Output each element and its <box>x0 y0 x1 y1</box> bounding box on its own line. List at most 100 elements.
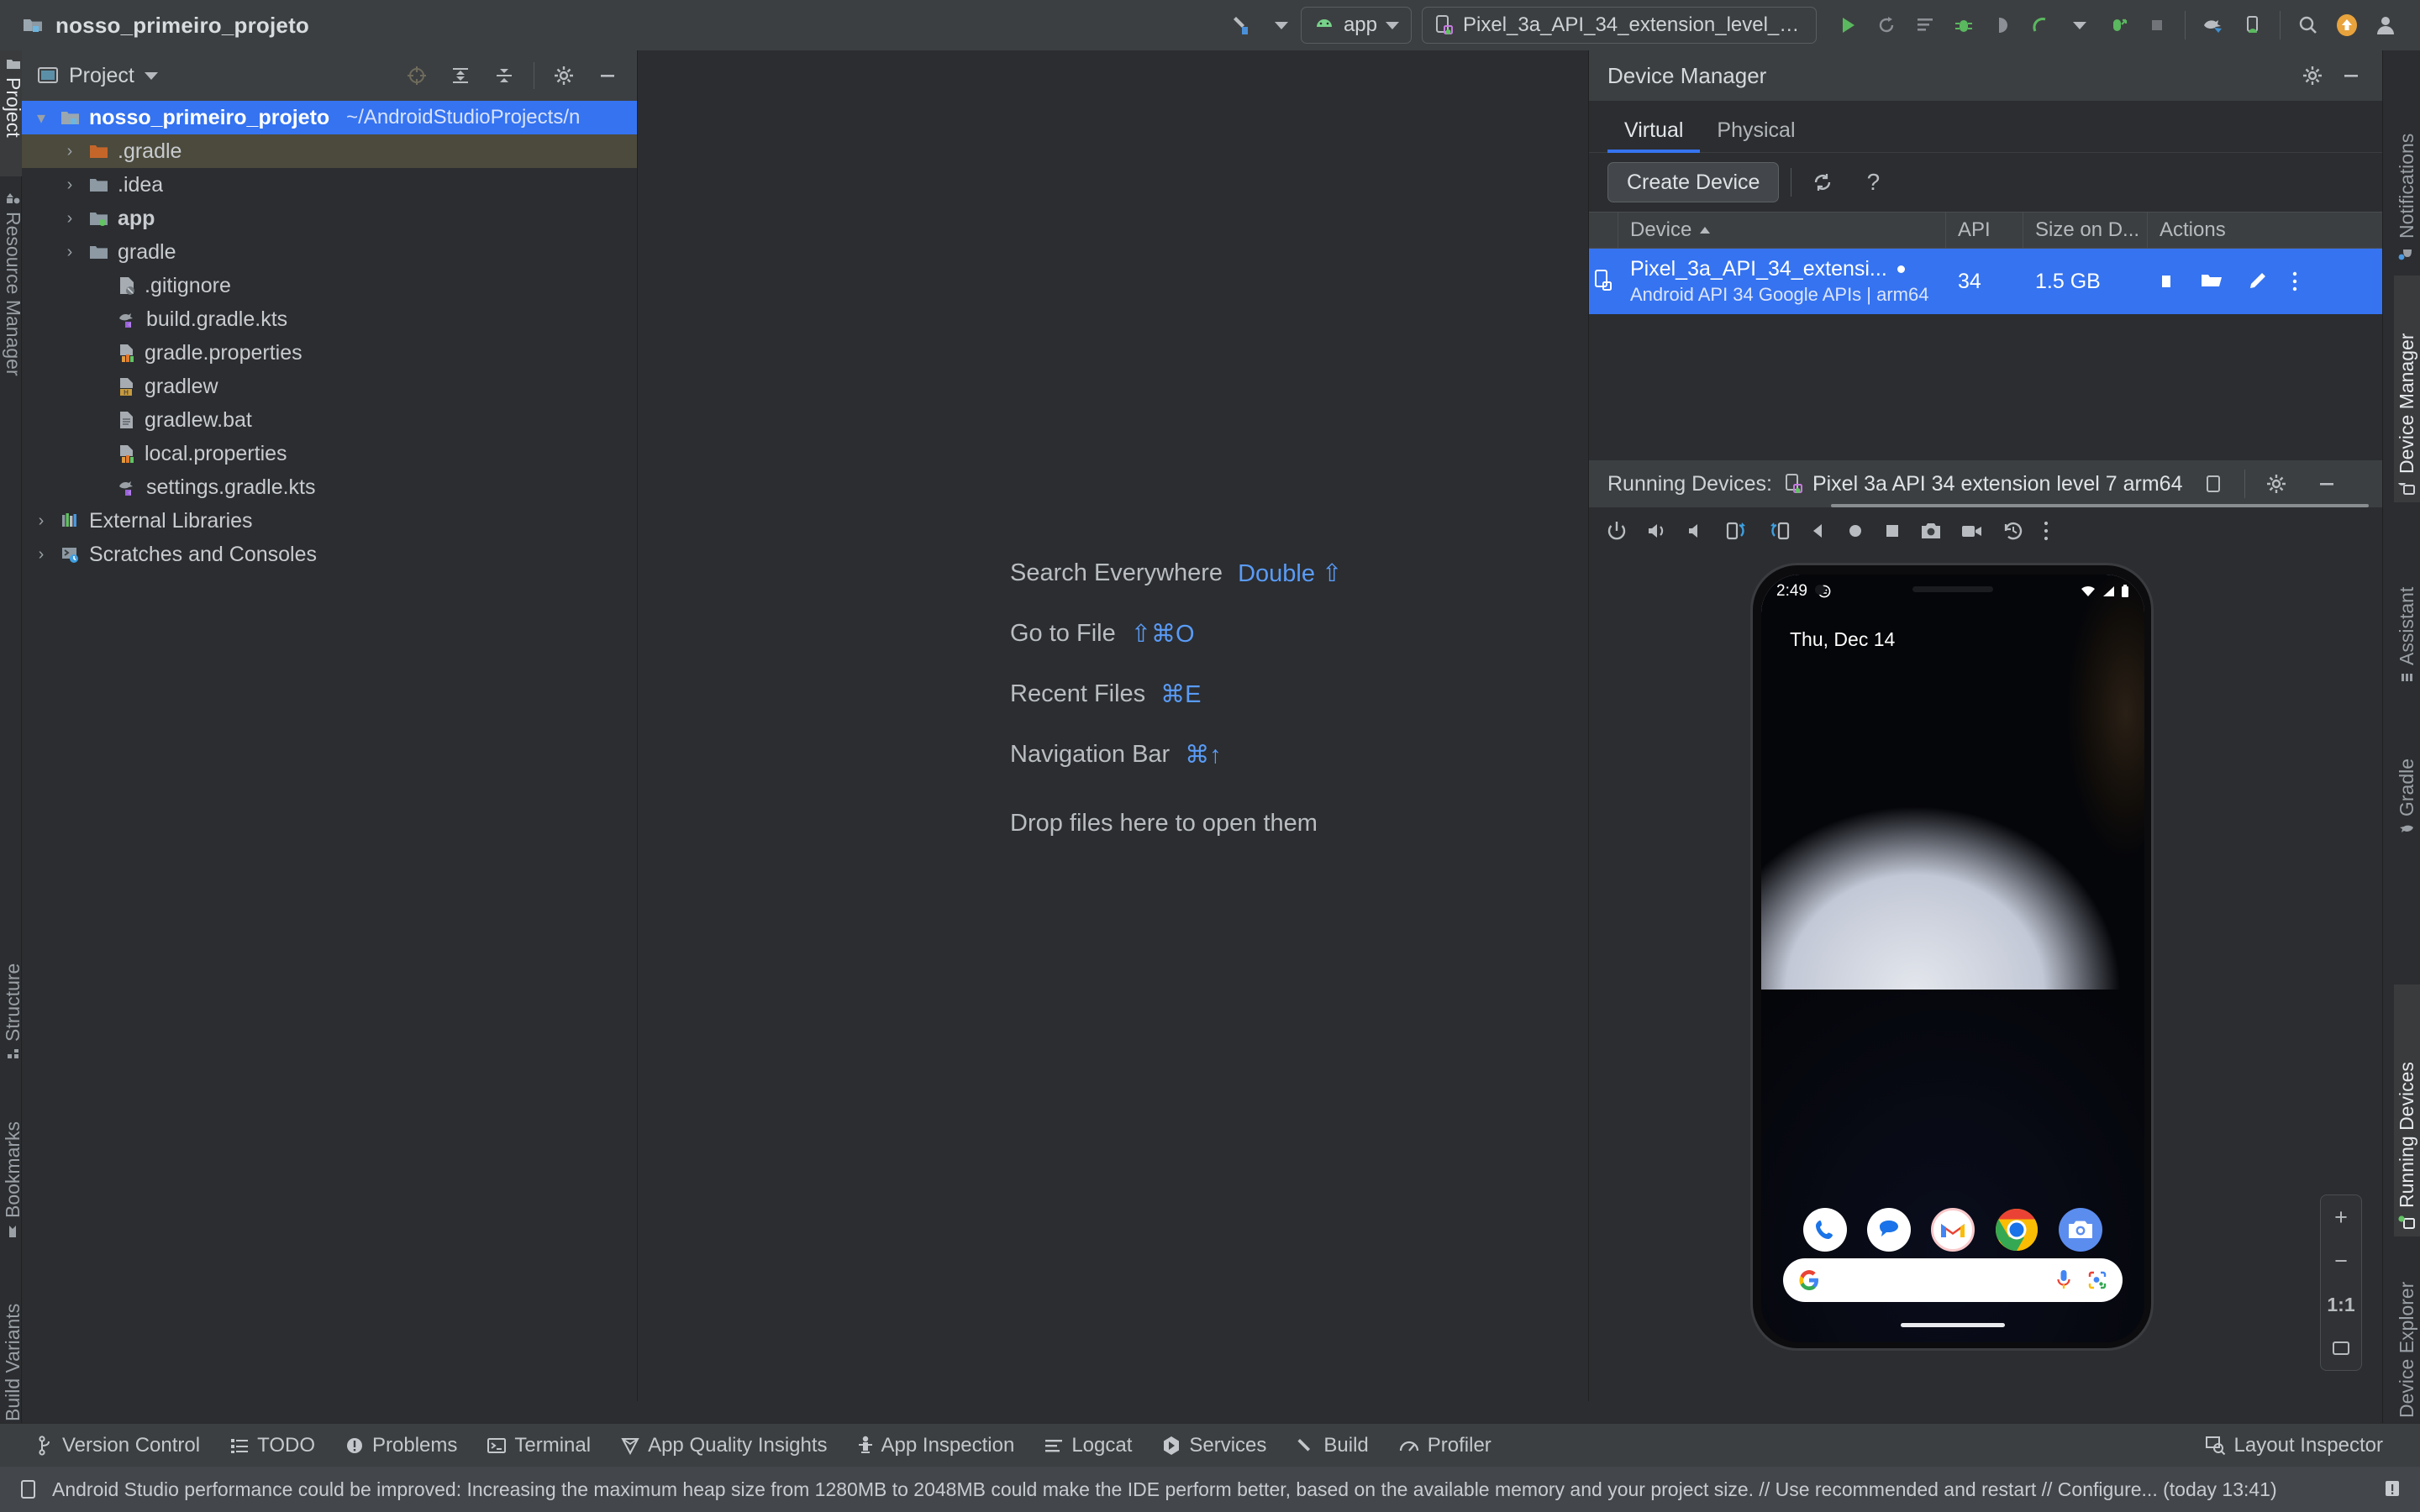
attach-debugger-icon[interactable] <box>1983 6 2022 45</box>
stop-icon[interactable] <box>2156 271 2176 291</box>
gradle-sync-icon[interactable] <box>2194 6 2233 45</box>
settings-gear-icon[interactable] <box>2257 465 2296 503</box>
build-hammer-icon[interactable] <box>1223 6 1262 45</box>
tool-button-profiler[interactable]: Profiler <box>1384 1427 1507 1464</box>
tool-button-version-control[interactable]: Version Control <box>22 1427 215 1464</box>
zoom-fit-button[interactable] <box>2321 1326 2361 1370</box>
zoom-actual-size-button[interactable]: 1:1 <box>2321 1283 2361 1326</box>
tree-item-gradlew-bat[interactable]: › gradlew.bat <box>22 403 637 437</box>
device-manager-icon[interactable] <box>2233 6 2271 45</box>
tree-item-project-root[interactable]: ▾ nosso_primeiro_projeto ~/AndroidStudio… <box>22 101 637 134</box>
camera-app-icon[interactable] <box>2059 1208 2102 1252</box>
tool-button-logcat[interactable]: Logcat <box>1029 1427 1147 1464</box>
hint-navigation-bar[interactable]: Navigation Bar ⌘↑ <box>1010 724 1342 785</box>
hint-search-everywhere[interactable]: Search Everywhere Double ⇧ <box>1010 543 1342 603</box>
tool-button-app-quality-insights[interactable]: App Quality Insights <box>606 1427 842 1464</box>
chrome-app-icon[interactable] <box>1995 1208 2039 1252</box>
sidebar-item-assistant[interactable]: Assistant <box>2394 514 2420 690</box>
collapse-all-icon[interactable] <box>485 56 523 95</box>
tool-button-build[interactable]: Build <box>1281 1427 1383 1464</box>
run-with-changes-icon[interactable] <box>2099 6 2138 45</box>
volume-down-icon[interactable] <box>1686 520 1707 542</box>
home-icon[interactable] <box>1846 522 1865 540</box>
tree-item-external-libraries[interactable]: › External Libraries <box>22 504 637 538</box>
column-header-api[interactable]: API <box>1946 213 2023 248</box>
run-configuration-module-chip[interactable]: app <box>1300 7 1412 44</box>
table-row[interactable]: Pixel_3a_API_34_extensi... Android API 3… <box>1589 249 2382 314</box>
history-icon[interactable] <box>2002 520 2024 542</box>
phone-app-icon[interactable] <box>1803 1208 1847 1252</box>
hint-go-to-file[interactable]: Go to File ⇧⌘O <box>1010 603 1342 664</box>
rotate-right-icon[interactable] <box>1767 520 1791 542</box>
tool-button-problems[interactable]: Problems <box>330 1427 472 1464</box>
chevron-down-icon[interactable]: ▾ <box>30 108 52 129</box>
search-icon[interactable] <box>2289 6 2328 45</box>
status-message[interactable]: Android Studio performance could be impr… <box>52 1478 2277 1501</box>
home-gesture-bar[interactable] <box>1901 1323 2005 1327</box>
sidebar-item-device-manager[interactable]: Device Manager <box>2394 276 2420 502</box>
edit-pencil-icon[interactable] <box>2247 271 2267 291</box>
new-tab-icon[interactable] <box>2194 465 2233 503</box>
build-dropdown-caret-icon[interactable] <box>1262 6 1301 45</box>
run-coverage-icon[interactable] <box>1867 6 1906 45</box>
debug-icon[interactable] <box>1944 6 1983 45</box>
emulator-screen[interactable]: 2:49 Thu, Dec 14 <box>1761 575 2144 1342</box>
hide-panel-icon[interactable] <box>588 56 627 95</box>
update-available-icon[interactable] <box>2328 6 2366 45</box>
microphone-icon[interactable] <box>2055 1269 2072 1291</box>
record-icon[interactable] <box>1960 522 1984 540</box>
chevron-right-icon[interactable]: › <box>30 512 52 531</box>
tree-item-gradle-wrapper-dir[interactable]: › gradle <box>22 235 637 269</box>
create-device-button[interactable]: Create Device <box>1607 162 1780 202</box>
column-header-device[interactable]: Device <box>1618 213 1946 248</box>
chevron-right-icon[interactable]: › <box>59 176 81 195</box>
tool-button-todo[interactable]: TODO <box>215 1427 330 1464</box>
hide-panel-icon[interactable] <box>2332 56 2370 95</box>
folder-icon[interactable] <box>2200 271 2223 291</box>
chevron-right-icon[interactable]: › <box>30 545 52 564</box>
chevron-down-icon[interactable] <box>144 71 158 80</box>
hide-panel-icon[interactable] <box>2307 465 2346 503</box>
screenshot-icon[interactable] <box>1920 521 1942 541</box>
settings-gear-icon[interactable] <box>2293 56 2332 95</box>
gmail-app-icon[interactable] <box>1931 1208 1975 1252</box>
sidebar-item-device-explorer[interactable]: Device Explorer <box>2394 1245 2420 1446</box>
apply-changes-icon[interactable] <box>2022 6 2060 45</box>
zoom-out-button[interactable]: − <box>2321 1239 2361 1283</box>
tree-item-gitignore[interactable]: › .gitignore <box>22 269 637 302</box>
tree-item-idea-dir[interactable]: › .idea <box>22 168 637 202</box>
tree-item-scratches-and-consoles[interactable]: › Scratches and Consoles <box>22 538 637 571</box>
back-icon[interactable] <box>1809 522 1828 540</box>
notification-badge-icon[interactable] <box>2383 1478 2402 1500</box>
tree-item-settings-gradle-kts[interactable]: › settings.gradle.kts <box>22 470 637 504</box>
tree-item-gradle-properties[interactable]: › gradle.properties <box>22 336 637 370</box>
emulator-device-frame[interactable]: 2:49 Thu, Dec 14 <box>1750 563 2154 1351</box>
project-file-tree[interactable]: ▾ nosso_primeiro_projeto ~/AndroidStudio… <box>22 101 637 1401</box>
lens-icon[interactable] <box>2087 1270 2107 1290</box>
settings-gear-icon[interactable] <box>544 56 583 95</box>
account-icon[interactable] <box>2366 6 2405 45</box>
chevron-right-icon[interactable]: › <box>59 209 81 228</box>
messages-app-icon[interactable] <box>1867 1208 1911 1252</box>
tab-virtual[interactable]: Virtual <box>1607 108 1701 153</box>
sidebar-item-running-devices[interactable]: Running Devices <box>2394 984 2420 1236</box>
expand-all-icon[interactable] <box>441 56 480 95</box>
date-widget[interactable]: Thu, Dec 14 <box>1790 628 1895 651</box>
hint-recent-files[interactable]: Recent Files ⌘E <box>1010 664 1342 724</box>
tab-physical[interactable]: Physical <box>1700 108 1812 152</box>
tool-button-services[interactable]: Services <box>1147 1427 1281 1464</box>
help-icon[interactable]: ? <box>1854 163 1892 202</box>
memory-icon[interactable] <box>18 1478 39 1500</box>
target-device-chip[interactable]: Pixel_3a_API_34_extension_level_7_ar... <box>1422 7 1817 44</box>
refresh-icon[interactable] <box>1803 163 1842 202</box>
tree-item-gradle-dir[interactable]: › .gradle <box>22 134 637 168</box>
sidebar-item-gradle[interactable]: Gradle <box>2394 699 2420 842</box>
chevron-right-icon[interactable]: › <box>59 243 81 262</box>
tree-item-build-gradle-kts[interactable]: › build.gradle.kts <box>22 302 637 336</box>
tree-item-local-properties[interactable]: › local.properties <box>22 437 637 470</box>
more-icon[interactable] <box>2043 520 2049 542</box>
volume-up-icon[interactable] <box>1646 520 1668 542</box>
running-device-tab[interactable]: Pixel 3a API 34 extension level 7 arm64 <box>1784 472 2182 496</box>
apply-changes-caret-icon[interactable] <box>2060 6 2099 45</box>
chevron-right-icon[interactable]: › <box>59 142 81 161</box>
